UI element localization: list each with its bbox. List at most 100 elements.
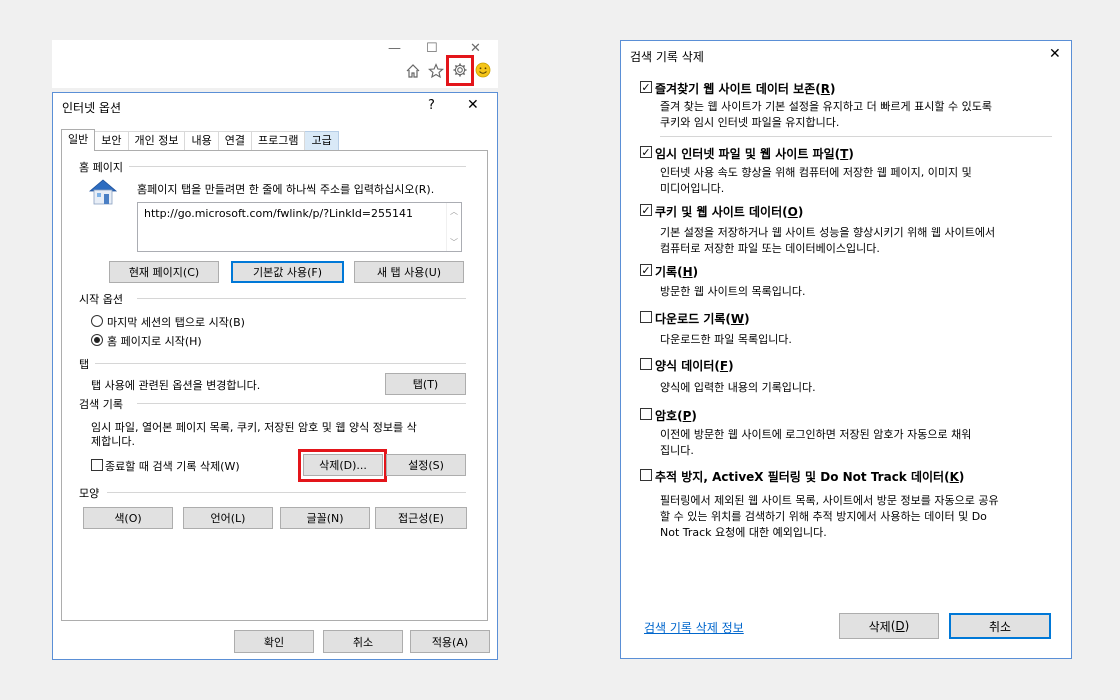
form-data-label[interactable]: 양식 데이터(F) [655, 357, 734, 374]
scroll-down-icon[interactable]: ﹀ [450, 237, 458, 248]
item-label-text: 쿠키 및 웹 사이트 데이터 [655, 205, 783, 219]
tab-general[interactable]: 일반 [61, 129, 96, 151]
url-scrollbar[interactable]: ︿ ﹀ [446, 203, 461, 251]
section-title-home: 홈 페이지 [79, 159, 129, 175]
tab-privacy[interactable]: 개인 정보 [128, 131, 186, 151]
history-label[interactable]: 기록(H) [655, 263, 698, 280]
download-history-label[interactable]: 다운로드 기록(W) [655, 310, 750, 327]
history-settings-button[interactable]: 설정(S) [386, 454, 466, 476]
window-close-button[interactable]: ✕ [470, 42, 481, 56]
cookies-checkbox[interactable]: ✓ [640, 203, 652, 217]
history-checkbox[interactable]: ✓ [640, 264, 652, 277]
download-history-checkbox[interactable] [640, 311, 652, 323]
delete-dialog-cancel-button[interactable]: 취소 [949, 613, 1051, 639]
check-icon: ✓ [641, 80, 651, 94]
fonts-button[interactable]: 글꼴(N) [280, 507, 370, 529]
accessibility-button[interactable]: 접근성(E) [375, 507, 467, 529]
maximize-button[interactable]: ☐ [426, 42, 438, 56]
history-desc-1: 방문한 웹 사이트의 목록입니다. [660, 285, 806, 298]
cookies-label[interactable]: 쿠키 및 웹 사이트 데이터(O) [655, 203, 803, 220]
scroll-up-icon[interactable]: ︿ [450, 206, 458, 217]
smiley-icon[interactable] [474, 61, 492, 79]
passwords-label[interactable]: 암호(P) [655, 407, 697, 424]
section-divider [137, 403, 466, 404]
help-button[interactable]: ? [428, 98, 435, 113]
form-data-checkbox[interactable] [640, 358, 652, 370]
cancel-button[interactable]: 취소 [323, 630, 403, 653]
preserve-favorites-label[interactable]: 즐겨찾기 웹 사이트 데이터 보존(R) [655, 80, 835, 97]
item-divider [660, 136, 1052, 137]
general-tab-panel: 홈 페이지 홈페이지 탭을 만들려면 한 줄에 하나씩 주소를 입력하십시오(R… [61, 150, 488, 621]
radio-selected-dot [94, 337, 100, 343]
section-divider [137, 298, 466, 299]
apply-button[interactable]: 적용(A) [410, 630, 490, 653]
tab-programs[interactable]: 프로그램 [251, 131, 306, 151]
use-current-button[interactable]: 현재 페이지(C) [109, 261, 219, 283]
item-access-key: K [949, 470, 959, 484]
history-description-line2: 제합니다. [91, 435, 135, 448]
languages-button[interactable]: 언어(L) [183, 507, 273, 529]
delete-dialog-title: 검색 기록 삭제 [630, 50, 704, 64]
home-page-url-text: http://go.microsoft.com/fwlink/p/?LinkId… [144, 207, 414, 220]
section-divider [107, 492, 466, 493]
confirm-delete-button[interactable]: 삭제(D) [839, 613, 939, 639]
minimize-button[interactable]: — [388, 42, 401, 56]
home-page-instruction: 홈페이지 탭을 만들려면 한 줄에 하나씩 주소를 입력하십시오(R). [137, 183, 435, 196]
item-label-text: 양식 데이터 [655, 359, 715, 373]
tabs-description: 탭 사용에 관련된 옵션을 변경합니다. [91, 379, 261, 392]
house-icon [87, 177, 119, 210]
tracking-protection-checkbox[interactable] [640, 469, 652, 481]
item-label-text: 다운로드 기록 [655, 312, 726, 326]
star-icon[interactable] [427, 62, 445, 80]
item-label-text: 추적 방지, ActiveX 필터링 및 Do Not Track 데이터 [655, 470, 945, 484]
tab-connections[interactable]: 연결 [218, 131, 252, 151]
startup-last-session-radio[interactable] [91, 315, 103, 327]
dialog-title: 인터넷 옵션 [62, 101, 122, 115]
check-icon: ✓ [641, 203, 651, 217]
gear-icon[interactable] [451, 61, 469, 79]
tracking-protection-label[interactable]: 추적 방지, ActiveX 필터링 및 Do Not Track 데이터(K) [655, 468, 964, 485]
tabs-settings-button[interactable]: 탭(T) [385, 373, 466, 395]
item-access-key: H [682, 265, 693, 279]
delete-on-exit-checkbox[interactable] [91, 459, 103, 471]
startup-home-page-label: 홈 페이지로 시작(H) [107, 335, 202, 348]
temp-files-label[interactable]: 임시 인터넷 파일 및 웹 사이트 파일(T) [655, 145, 854, 162]
delete-dialog-close-button[interactable]: ✕ [1049, 46, 1061, 62]
section-title-history: 검색 기록 [79, 396, 129, 412]
startup-home-page-radio[interactable] [91, 334, 103, 346]
section-divider [120, 166, 466, 167]
tracking-protection-desc-3: Not Track 요청에 대한 예외입니다. [660, 526, 827, 539]
history-description-line1: 임시 파일, 열어본 페이지 목록, 쿠키, 저장된 암호 및 웹 양식 정보를… [91, 421, 417, 434]
cookies-desc-2: 컴퓨터로 저장한 파일 또는 데이터베이스입니다. [660, 242, 880, 255]
preserve-favorites-desc-1: 즐겨 찾는 웹 사이트가 기본 설정을 유지하고 더 빠르게 표시할 수 있도록 [660, 100, 992, 113]
passwords-desc-2: 집니다. [660, 444, 694, 457]
ok-button[interactable]: 확인 [234, 630, 314, 653]
home-icon[interactable] [404, 62, 422, 80]
preserve-favorites-desc-2: 쿠키와 임시 인터넷 파일을 유지합니다. [660, 116, 840, 129]
temp-files-checkbox[interactable]: ✓ [640, 145, 652, 159]
check-icon: ✓ [641, 145, 651, 159]
confirm-delete-label: 삭제 [868, 619, 891, 634]
tab-advanced[interactable]: 고급 [305, 131, 339, 151]
item-access-key: O [787, 205, 798, 219]
passwords-checkbox[interactable] [640, 408, 652, 420]
tracking-protection-desc-2: 할 수 있는 위치를 검색하기 위해 추적 방지에서 사용하는 데이터 및 Do [660, 510, 987, 523]
delete-history-info-link[interactable]: 검색 기록 삭제 정보 [644, 619, 744, 636]
passwords-desc-1: 이전에 방문한 웹 사이트에 로그인하면 저장된 암호가 자동으로 채워 [660, 428, 972, 441]
section-title-tabs: 탭 [79, 356, 96, 372]
use-default-button[interactable]: 기본값 사용(F) [231, 261, 344, 283]
home-page-url-input[interactable]: http://go.microsoft.com/fwlink/p/?LinkId… [137, 202, 462, 252]
item-label-text: 암호 [655, 409, 678, 423]
tab-content[interactable]: 내용 [185, 131, 219, 151]
cookies-desc-1: 기본 설정을 저장하거나 웹 사이트 성능을 향상시키기 위해 웹 사이트에서 [660, 226, 996, 239]
temp-files-desc-2: 미디어입니다. [660, 182, 725, 195]
section-title-startup: 시작 옵션 [79, 291, 129, 307]
dialog-close-button[interactable]: ✕ [467, 97, 479, 113]
colors-button[interactable]: 색(O) [83, 507, 173, 529]
delete-on-exit-label: 종료할 때 검색 기록 삭제(W) [105, 460, 240, 473]
use-new-tab-button[interactable]: 새 탭 사용(U) [354, 261, 464, 283]
tab-security[interactable]: 보안 [95, 131, 129, 151]
preserve-favorites-checkbox[interactable]: ✓ [640, 80, 652, 94]
delete-button-highlight [298, 449, 387, 482]
section-divider [92, 363, 466, 364]
